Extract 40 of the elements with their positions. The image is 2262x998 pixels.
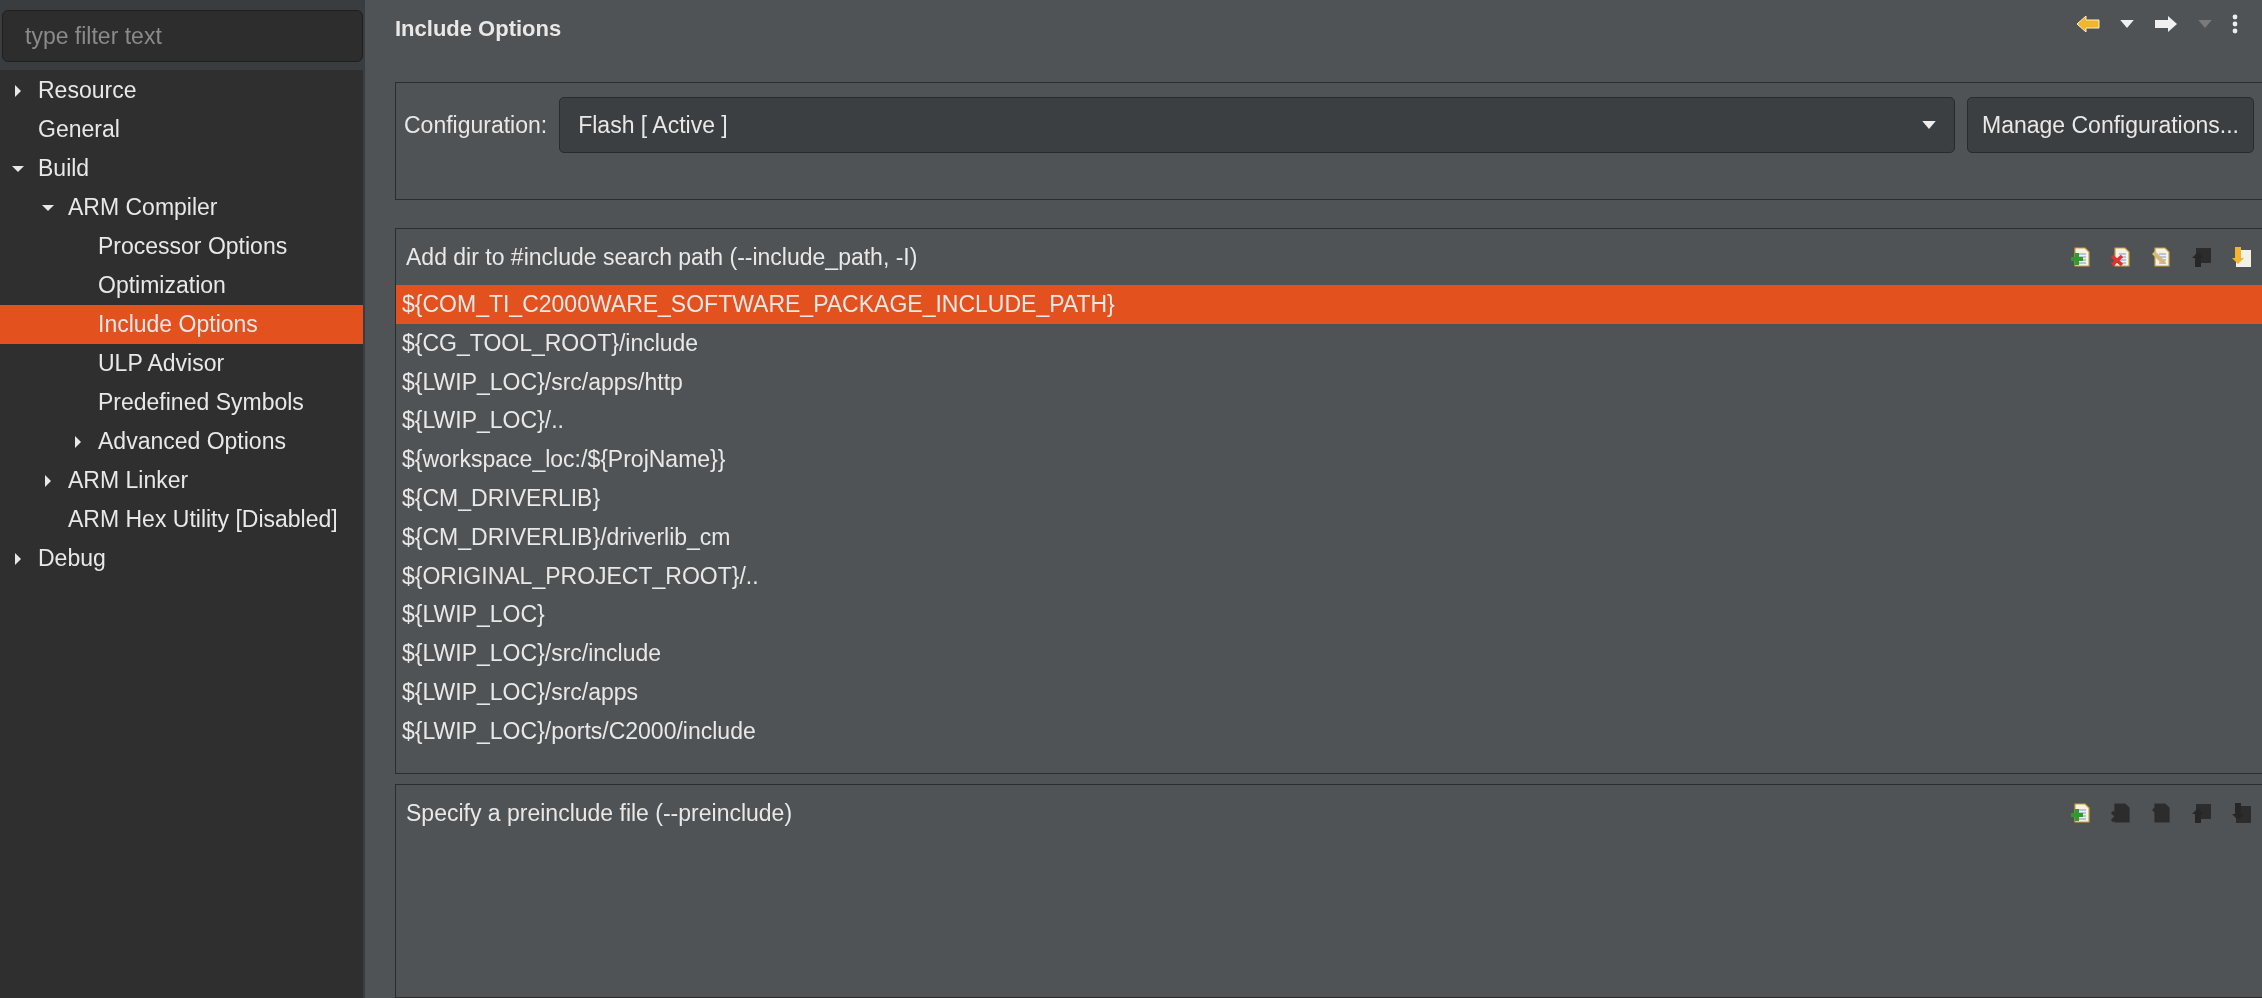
list-item[interactable]: ${CM_DRIVERLIB}/driverlib_cm	[396, 517, 2262, 557]
add-file-icon[interactable]	[2070, 802, 2092, 824]
tree-item[interactable]: ARM Compiler	[0, 188, 363, 227]
dropdown-caret-icon	[1922, 120, 1936, 130]
tree-item[interactable]: ULP Advisor	[0, 344, 363, 383]
list-title: Specify a preinclude file (--preinclude)	[406, 799, 793, 827]
tree-item[interactable]: Predefined Symbols	[0, 383, 363, 422]
tree-item[interactable]: Resource	[0, 71, 363, 110]
list-item[interactable]: ${LWIP_LOC}	[396, 595, 2262, 635]
list-title: Add dir to #include search path (--include_path, -I)	[406, 243, 918, 271]
list-item[interactable]: ${LWIP_LOC}/ports/C2000/include	[396, 711, 2262, 751]
tree-item[interactable]: Build	[0, 149, 363, 188]
page-title: Include Options	[395, 16, 562, 42]
configuration-label: Configuration:	[404, 111, 548, 140]
list-item[interactable]: ${CM_DRIVERLIB}	[396, 479, 2262, 518]
tree-item[interactable]: Processor Options	[0, 227, 363, 266]
manage-configurations-button[interactable]: Manage Configurations...	[1967, 97, 2254, 153]
tree-item[interactable]: General	[0, 110, 363, 149]
list-item[interactable]: ${ORIGINAL_PROJECT_ROOT}/..	[396, 556, 2262, 596]
list-item[interactable]: ${workspace_loc:/${ProjName}}	[396, 440, 2262, 479]
list-item[interactable]: ${LWIP_LOC}/src/include	[396, 634, 2262, 673]
delete-file-icon[interactable]	[2110, 246, 2132, 268]
configuration-dropdown[interactable]: Flash [ Active ]	[559, 97, 1955, 153]
down-arrow-icon[interactable]	[2230, 246, 2252, 268]
edit-file-icon[interactable]	[2150, 246, 2172, 268]
list-item[interactable]: ${LWIP_LOC}/..	[396, 401, 2262, 441]
forward-arrow-icon[interactable]	[2154, 15, 2178, 33]
more-menu-icon[interactable]	[2232, 14, 2238, 34]
dropdown-caret-icon[interactable]	[2120, 19, 2134, 29]
filter-field[interactable]: type filter text	[2, 10, 363, 62]
tree-item[interactable]: Advanced Options	[0, 422, 363, 461]
tree-item[interactable]: Optimization	[0, 266, 363, 305]
tree-item[interactable]: Debug	[0, 539, 363, 578]
add-file-icon[interactable]	[2070, 246, 2092, 268]
list-item[interactable]: ${CG_TOOL_ROOT}/include	[396, 323, 2262, 363]
tree-item[interactable]: ARM Linker	[0, 461, 363, 500]
back-arrow-icon[interactable]	[2076, 15, 2100, 33]
list-item[interactable]: ${LWIP_LOC}/src/apps	[396, 672, 2262, 712]
list-item[interactable]: ${LWIP_LOC}/src/apps/http	[396, 362, 2262, 402]
tree-item[interactable]: ARM Hex Utility [Disabled]	[0, 500, 363, 539]
